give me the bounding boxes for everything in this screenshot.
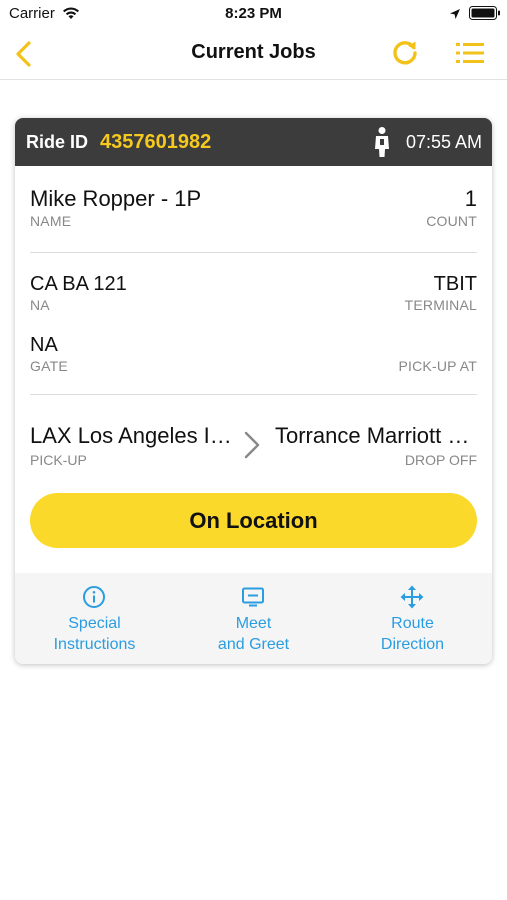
move-arrows-icon	[400, 585, 424, 609]
ride-id-value: 4357601982	[100, 131, 212, 153]
gate-row: NA GATE PICK-UP AT	[30, 334, 477, 380]
meet-and-greet-label: Meet and Greet	[217, 615, 290, 653]
dropoff-label: DROP OFF	[404, 452, 477, 468]
name-label: NAME	[30, 213, 72, 229]
pickup-label: PICK-UP	[30, 452, 87, 468]
chauffeur-icon	[373, 126, 391, 163]
battery-icon	[469, 6, 501, 25]
job-card: Ride ID 4357601982 07:55 AM Mike Ropper …	[15, 118, 492, 664]
flight-number: CA BA 121	[30, 273, 127, 295]
count-label: COUNT	[426, 213, 477, 229]
gate-label: GATE	[30, 358, 68, 374]
passenger-count: 1	[464, 186, 477, 211]
route-direction-button[interactable]: Route Direction	[333, 573, 492, 664]
location-arrow-icon	[449, 7, 461, 25]
gate-value: NA	[30, 334, 58, 356]
on-location-button[interactable]: On Location	[30, 493, 477, 548]
card-header: Ride ID 4357601982 07:55 AM	[15, 118, 492, 166]
meet-and-greet-button[interactable]: Meet and Greet	[174, 573, 333, 664]
page-title: Current Jobs	[191, 41, 316, 63]
divider	[30, 394, 477, 395]
info-icon	[83, 586, 105, 608]
pickup-location: LAX Los Angeles International Airport	[30, 423, 240, 448]
special-instructions-label: Special Instructions	[53, 615, 136, 653]
action-bar: Special Instructions Meet and Greet Rout…	[15, 573, 492, 664]
status-bar: Carrier 8:23 PM	[0, 0, 507, 28]
route-direction-label: Route Direction	[380, 615, 445, 653]
flight-row: CA BA 121 NA TBIT TERMINAL	[30, 273, 477, 319]
list-menu-icon	[456, 43, 484, 63]
divider	[30, 252, 477, 253]
chevron-right-icon	[242, 430, 262, 465]
clock-time: 8:23 PM	[225, 5, 282, 22]
monitor-icon	[242, 587, 264, 607]
refresh-icon	[393, 41, 417, 65]
ride-id-label: Ride ID	[26, 132, 89, 152]
special-instructions-button[interactable]: Special Instructions	[15, 573, 174, 664]
pickup-at-label: PICK-UP AT	[398, 358, 477, 374]
terminal-value: TBIT	[433, 273, 477, 295]
navigation-bar: Current Jobs	[0, 28, 507, 80]
dropoff-location: Torrance Marriott Redondo Beach	[275, 423, 477, 448]
pickup-time: 07:55 AM	[405, 132, 482, 152]
passenger-name: Mike Ropper - 1P	[30, 186, 202, 211]
refresh-button[interactable]	[390, 38, 420, 68]
terminal-label: TERMINAL	[404, 297, 477, 313]
passenger-row: Mike Ropper - 1P NAME 1 COUNT	[30, 186, 477, 236]
menu-button[interactable]	[455, 40, 485, 66]
flight-number-label: NA	[30, 297, 50, 313]
